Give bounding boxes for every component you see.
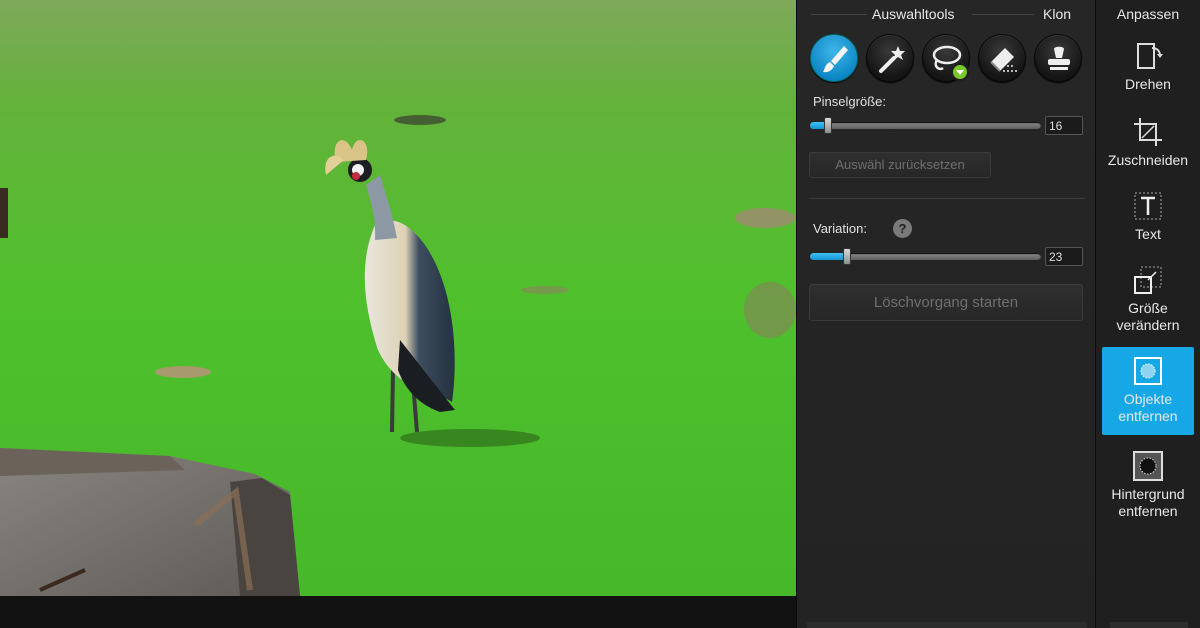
brush-icon — [823, 46, 848, 73]
sidebar-item-remove-background[interactable]: Hintergrund entfernen — [1102, 450, 1194, 526]
eraser-tool-button[interactable] — [978, 34, 1026, 82]
sidebar-item-label: Zuschneiden — [1107, 152, 1189, 168]
sidebar-item-crop[interactable]: Zuschneiden — [1102, 116, 1194, 174]
clone-stamp-icon — [1048, 46, 1070, 70]
sidebar-item-label: Hintergrund entfernen — [1111, 486, 1185, 519]
lasso-tool-button[interactable] — [922, 34, 970, 82]
object-removal-panel: Auswahltools Klon Pinselgröße: 16 Auswäh… — [796, 0, 1096, 628]
sidebar-item-label: Objekte entfernen — [1118, 391, 1178, 424]
remove-objects-icon — [1132, 355, 1164, 387]
header-divider — [972, 14, 1034, 15]
help-icon[interactable]: ? — [893, 219, 912, 238]
reset-selection-button[interactable]: Auswähl zurücksetzen — [809, 152, 991, 178]
rotate-icon — [1132, 40, 1164, 72]
section-divider — [809, 198, 1085, 199]
sidebar-item-label: Drehen — [1125, 76, 1171, 92]
sidebar-item-remove-objects[interactable]: Objekte entfernen — [1102, 347, 1194, 435]
section-title-clone: Klon — [1043, 6, 1072, 22]
sidebar-footer-button — [1110, 622, 1188, 628]
image-canvas[interactable] — [0, 0, 796, 628]
adjust-sidebar: Anpassen Drehen Zuschneiden Text Größe v… — [1096, 0, 1200, 628]
sidebar-item-label: Größe verändern — [1116, 300, 1180, 333]
brush-size-label: Pinselgröße: — [813, 94, 886, 109]
variation-slider[interactable] — [810, 248, 1041, 265]
photo-crowned-crane[interactable] — [0, 0, 796, 596]
dropdown-arrow-icon[interactable] — [951, 63, 969, 81]
eraser-icon — [990, 48, 1017, 72]
sidebar-item-rotate[interactable]: Drehen — [1102, 40, 1194, 98]
variation-input[interactable]: 23 — [1045, 247, 1083, 266]
text-icon — [1132, 190, 1164, 222]
brush-size-input[interactable]: 16 — [1045, 116, 1083, 135]
canvas-footer-bar — [0, 596, 796, 628]
brush-size-slider-thumb[interactable] — [824, 117, 832, 134]
magic-wand-tool-button[interactable] — [866, 34, 914, 82]
resize-icon — [1132, 264, 1164, 296]
remove-background-icon — [1132, 450, 1164, 482]
crop-icon — [1132, 116, 1164, 148]
sidebar-item-text[interactable]: Text — [1102, 190, 1194, 248]
section-title-select-tools: Auswahltools — [872, 6, 955, 22]
brush-size-slider[interactable] — [810, 117, 1041, 134]
start-removal-button[interactable]: Löschvorgang starten — [809, 284, 1083, 321]
sidebar-item-resize[interactable]: Größe verändern — [1102, 264, 1194, 336]
variation-slider-fill — [810, 253, 847, 260]
clone-stamp-tool-button[interactable] — [1034, 34, 1082, 82]
variation-slider-thumb[interactable] — [843, 248, 851, 265]
sidebar-item-label: Text — [1135, 226, 1161, 242]
sidebar-title: Anpassen — [1116, 6, 1180, 22]
panel-footer-buttons — [807, 622, 1087, 628]
header-divider — [811, 14, 867, 15]
variation-label: Variation: — [813, 221, 867, 236]
magic-wand-icon — [879, 46, 905, 73]
brush-tool-button[interactable] — [810, 34, 858, 82]
